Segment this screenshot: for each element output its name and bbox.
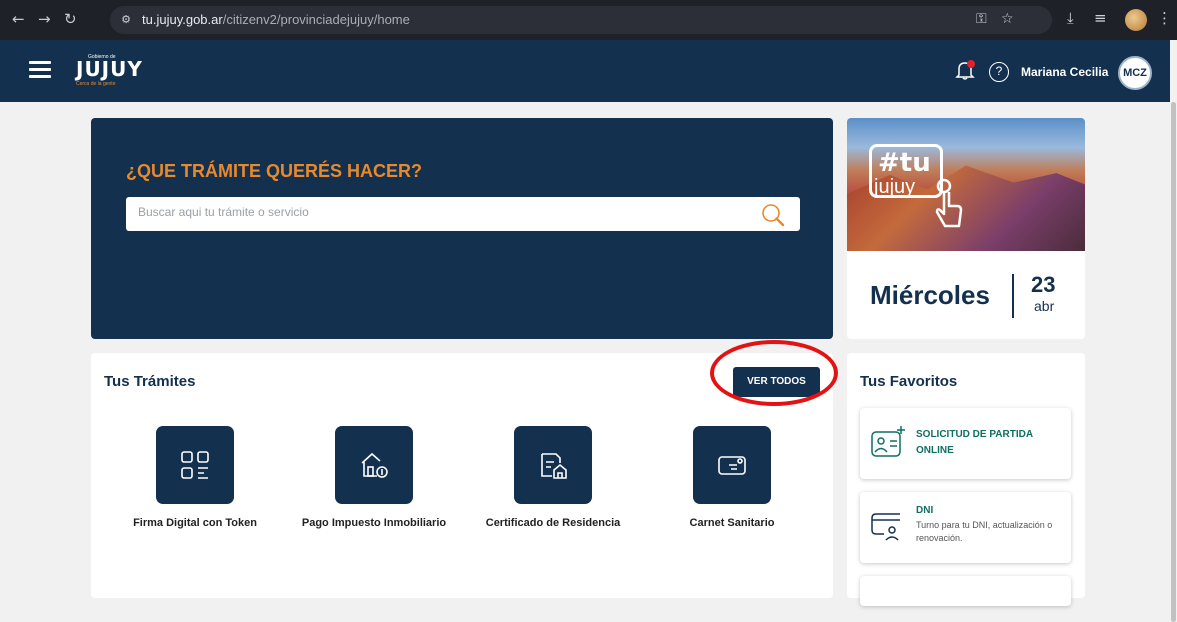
health-card-icon — [718, 456, 746, 475]
jujuy-logo[interactable]: Gobierno de JUJUY Cerca de la gente — [76, 54, 143, 87]
favoritos-title: Tus Favoritos — [860, 373, 958, 390]
favoritos-card: Tus Favoritos SOLICITUD DE PARTIDA ONLIN… — [847, 353, 1085, 606]
favorito-partial[interactable] — [860, 576, 1071, 606]
tramite-carnet-sanitario[interactable]: Carnet Sanitario — [652, 426, 812, 529]
month-label: abr — [1034, 298, 1055, 314]
day-number: 23 — [1031, 272, 1056, 297]
tramite-firma-digital[interactable]: Firma Digital con Token — [115, 426, 275, 529]
pointing-hand-icon — [935, 178, 963, 228]
tramite-tile[interactable] — [156, 426, 234, 504]
id-add-icon — [871, 426, 905, 457]
browser-toolbar: ← → ↻ ⚙ tu.jujuy.gob.ar/citizenv2/provin… — [0, 0, 1177, 40]
hamburger-menu-icon[interactable] — [29, 61, 51, 79]
favorito-solicitud-partida[interactable]: SOLICITUD DE PARTIDA ONLINE — [860, 408, 1071, 479]
page-scrollbar[interactable] — [1170, 40, 1177, 622]
house-payment-icon — [361, 452, 388, 478]
tramite-label: Carnet Sanitario — [689, 517, 775, 529]
search-input[interactable] — [138, 205, 738, 219]
password-key-icon[interactable]: ⚿ — [976, 11, 987, 27]
site-settings-icon[interactable]: ⚙ — [118, 12, 134, 28]
address-bar[interactable]: ⚙ tu.jujuy.gob.ar/citizenv2/provinciadej… — [110, 6, 1052, 34]
favorito-dni[interactable]: DNI Turno para tu DNI, actualización o r… — [860, 492, 1071, 563]
forward-icon[interactable]: → — [38, 10, 51, 28]
weekday-label: Miércoles — [870, 280, 990, 310]
hero-title: ¿QUE TRÁMITE QUERÉS HACER? — [126, 161, 423, 181]
search-box[interactable] — [126, 197, 800, 231]
tramite-tile[interactable] — [514, 426, 592, 504]
notification-bell-icon[interactable] — [955, 60, 975, 80]
tu-jujuy-banner[interactable]: #tu jujuy — [847, 118, 1085, 251]
tramite-label: Pago Impuesto Inmobiliario — [301, 517, 447, 529]
app-header: Gobierno de JUJUY Cerca de la gente ? Ma… — [0, 40, 1170, 102]
download-icon[interactable]: ⤓ — [1067, 9, 1074, 27]
user-avatar[interactable]: MCZ — [1118, 56, 1152, 90]
browser-menu-icon[interactable]: ⋮ — [1157, 9, 1172, 27]
date-card: #tu jujuy Miércoles 23 abr — [847, 118, 1085, 339]
notification-dot — [967, 60, 975, 68]
url-text: tu.jujuy.gob.ar/citizenv2/provinciadejuj… — [142, 12, 410, 27]
annotation-circle — [710, 340, 838, 406]
reading-list-icon[interactable]: ≡ — [1094, 9, 1107, 27]
browser-profile-avatar[interactable] — [1125, 9, 1147, 31]
tramite-tile[interactable] — [335, 426, 413, 504]
tramite-certificado-residencia[interactable]: Certificado de Residencia — [473, 426, 633, 529]
qr-token-icon — [181, 451, 209, 479]
residence-certificate-icon — [541, 453, 567, 479]
reload-icon[interactable]: ↻ — [64, 10, 77, 28]
favorito-title-line2: ONLINE — [916, 445, 954, 456]
bookmark-star-icon[interactable]: ☆ — [1001, 11, 1014, 27]
tu-jujuy-logo: #tu jujuy — [869, 144, 943, 198]
tramite-label: Certificado de Residencia — [485, 517, 621, 529]
back-icon[interactable]: ← — [12, 10, 25, 28]
tramite-label: Firma Digital con Token — [133, 517, 257, 529]
dni-card-icon — [871, 513, 900, 541]
search-icon[interactable] — [760, 202, 786, 228]
favorito-subtitle: Turno para tu DNI, actualización o renov… — [916, 520, 1053, 543]
tramites-title: Tus Trámites — [104, 373, 196, 390]
favorito-title: SOLICITUD DE PARTIDA — [916, 429, 1034, 440]
scrollbar-thumb[interactable] — [1171, 102, 1176, 622]
user-name[interactable]: Mariana Cecilia — [1021, 65, 1108, 79]
help-icon[interactable]: ? — [989, 62, 1009, 82]
tramite-pago-inmobiliario[interactable]: Pago Impuesto Inmobiliario — [294, 426, 454, 529]
date-separator — [1012, 274, 1014, 318]
favorito-title: DNI — [916, 505, 934, 516]
search-hero: ¿QUE TRÁMITE QUERÉS HACER? — [91, 118, 833, 339]
tramite-tile[interactable] — [693, 426, 771, 504]
